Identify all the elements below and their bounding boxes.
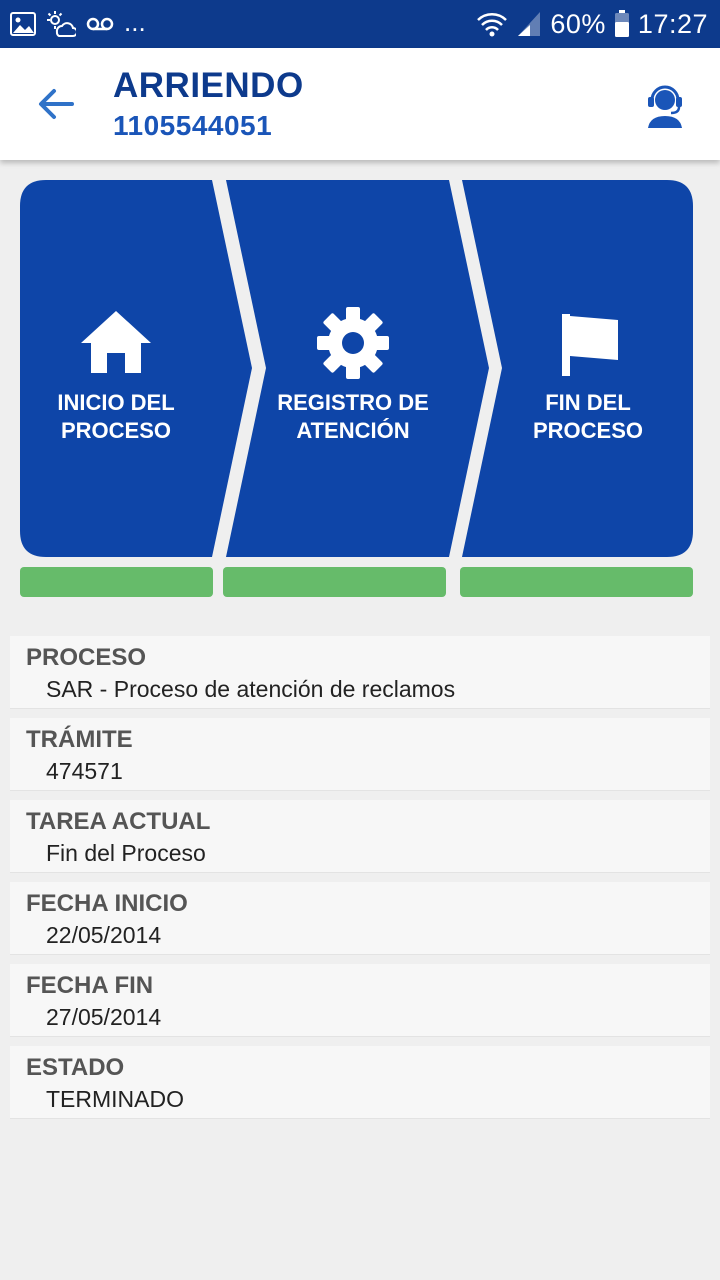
step-label-1: INICIO DEL PROCESO: [57, 390, 175, 443]
support-button[interactable]: [640, 80, 690, 130]
app-bar: ARRIENDO 1105544051: [0, 48, 720, 160]
step-label-3: FIN DEL PROCESO: [532, 390, 644, 443]
status-left: ...: [10, 8, 146, 40]
step-label-2: REGISTRO DE ATENCIÓN: [277, 390, 429, 443]
detail-card-fecha-fin: FECHA FIN 27/05/2014: [10, 964, 710, 1037]
detail-label: TAREA ACTUAL: [26, 808, 211, 835]
detail-label: TRÁMITE: [26, 726, 133, 753]
detail-card-tarea-actual: TAREA ACTUAL Fin del Proceso: [10, 800, 710, 873]
progress-bar-inicio: [20, 567, 213, 597]
detail-card-estado: ESTADO TERMINADO: [10, 1046, 710, 1119]
detail-value: 474571: [46, 758, 123, 784]
detail-value: SAR - Proceso de atención de reclamos: [46, 676, 456, 702]
clock: 17:27: [637, 8, 708, 39]
detail-value: 22/05/2014: [46, 922, 162, 948]
support-agent-icon: [648, 85, 682, 128]
status-overflow: ...: [124, 7, 146, 37]
detail-card-fecha-inicio: FECHA INICIO 22/05/2014: [10, 882, 710, 955]
detail-card-proceso: PROCESO SAR - Proceso de atención de rec…: [10, 636, 710, 709]
progress-bar-fin: [460, 567, 693, 597]
battery-icon: [614, 10, 629, 37]
detail-label: PROCESO: [26, 644, 147, 671]
detail-card-tramite: TRÁMITE 474571: [10, 718, 710, 791]
arrow-left-icon: [39, 89, 74, 119]
detail-label: FECHA FIN: [26, 972, 154, 999]
home-icon: [81, 311, 151, 373]
gallery-icon: [10, 12, 36, 36]
flag-icon: [562, 314, 618, 376]
detail-label: ESTADO: [26, 1054, 125, 1081]
detail-label: FECHA INICIO: [26, 890, 188, 917]
signal-icon: [518, 12, 541, 36]
status-bar: ... 60% 17:27: [0, 0, 720, 48]
wifi-icon: [477, 13, 508, 37]
gear-icon: [317, 307, 389, 379]
page-subtitle: 1105544051: [113, 110, 273, 141]
detail-value: TERMINADO: [46, 1086, 184, 1112]
battery-percent: 60%: [550, 8, 606, 39]
status-right: 60% 17:27: [476, 6, 708, 42]
detail-value: 27/05/2014: [46, 1004, 162, 1030]
progress-bar-registro: [223, 567, 446, 597]
page-title: ARRIENDO: [113, 66, 304, 105]
back-button[interactable]: [34, 82, 78, 126]
weather-icon: [47, 11, 76, 37]
voicemail-icon: [86, 17, 114, 31]
detail-value: Fin del Proceso: [46, 840, 206, 866]
